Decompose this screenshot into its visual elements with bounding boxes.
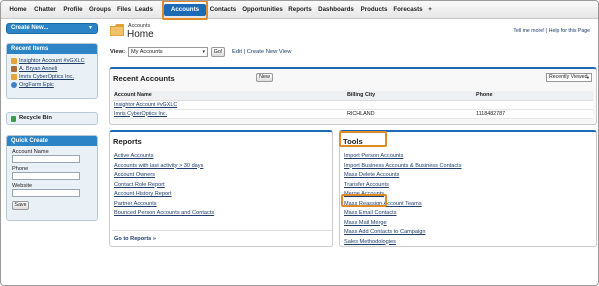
view-select[interactable]: My Accounts ▾: [128, 47, 208, 57]
create-new-label: Create New...: [11, 25, 49, 31]
tab-chatter[interactable]: Chatter: [32, 4, 58, 16]
phone: [475, 100, 593, 110]
chevron-down-icon: ▾: [202, 49, 205, 55]
recycle-bin-label: Recycle Bin: [19, 115, 52, 121]
account-link[interactable]: Insightor Account #vGXLC: [114, 102, 177, 108]
billing-city: [346, 100, 475, 110]
recent-items-panel: Recent Items Insightor Account #vGXLC A.…: [6, 43, 98, 99]
report-link[interactable]: Active Accounts: [114, 152, 214, 162]
tab-profile[interactable]: Profile: [61, 4, 85, 16]
save-button[interactable]: Save: [12, 201, 29, 210]
tools-title-highlight: [339, 131, 387, 147]
report-link[interactable]: Contact Role Report: [114, 181, 214, 191]
reports-panel: Reports Active Accounts Accounts with la…: [109, 130, 333, 247]
top-nav: Home Chatter Profile Groups Files Leads …: [1, 1, 598, 20]
table-row: Insightor Account #vGXLC: [113, 100, 593, 110]
tab-reports[interactable]: Reports: [287, 4, 313, 16]
go-button[interactable]: Go!: [211, 47, 225, 57]
recent-item[interactable]: A. Bryan Anneli: [7, 65, 97, 73]
phone: 1118482787: [475, 109, 593, 119]
column-header: Billing City: [346, 91, 475, 101]
tab-home[interactable]: Home: [7, 4, 29, 16]
divider: [112, 230, 332, 231]
user-icon: [11, 81, 17, 88]
tool-link[interactable]: Mass Email Contacts: [344, 209, 462, 219]
view-select-value: My Accounts: [131, 49, 163, 55]
tab-products[interactable]: Products: [359, 4, 389, 16]
tab-opportunities[interactable]: Opportunities: [241, 4, 284, 16]
app-frame: Home Chatter Profile Groups Files Leads …: [0, 0, 599, 286]
accounts-tab-highlight: [162, 1, 208, 20]
recent-accounts-title: Recent Accounts: [113, 74, 175, 83]
account-icon: [11, 73, 17, 80]
tab-leads[interactable]: Leads: [135, 4, 159, 16]
sort-select-value: Recently Viewed: [549, 74, 588, 80]
sort-select[interactable]: Recently Viewed ▾: [546, 73, 592, 82]
tool-link[interactable]: Mass Delete Accounts: [344, 171, 462, 181]
reports-title: Reports: [113, 137, 142, 146]
tool-link[interactable]: Transfer Accounts: [344, 181, 462, 191]
report-link[interactable]: Partner Accounts: [114, 200, 214, 210]
recent-accounts-table: Account Name Billing City Phone Insighto…: [113, 91, 593, 119]
tab-contacts[interactable]: Contacts: [208, 4, 238, 16]
chevron-down-icon: ▼: [88, 25, 93, 31]
tool-link[interactable]: Mass Add Contacts to Campaign: [344, 228, 462, 238]
tab-groups[interactable]: Groups: [88, 4, 112, 16]
recent-item[interactable]: Imris CyberOptics Inc.: [7, 73, 97, 81]
column-header: Phone: [475, 91, 593, 101]
tab-dashboards[interactable]: Dashboards: [316, 4, 356, 16]
tab-forecasts[interactable]: Forecasts: [392, 4, 424, 16]
tab-files[interactable]: Files: [115, 4, 133, 16]
new-account-button[interactable]: New: [256, 73, 273, 82]
recent-item[interactable]: Insightor Account #vGXLC: [7, 57, 97, 65]
folder-icon: [110, 24, 124, 36]
report-link[interactable]: Bounced Person Accounts and Contacts: [114, 209, 214, 219]
quick-create-panel: Quick Create Account Name Phone Website …: [6, 135, 98, 221]
report-link[interactable]: Accounts with last activity > 30 days: [114, 162, 214, 172]
table-header-row: Account Name Billing City Phone: [113, 91, 593, 101]
column-header: Account Name: [113, 91, 346, 101]
recycle-bin-icon: [11, 116, 16, 122]
tool-link[interactable]: Import Business Accounts & Business Cont…: [344, 162, 462, 172]
recent-accounts-panel: Recent Accounts New Recently Viewed ▾ Ac…: [109, 67, 597, 125]
tab-add[interactable]: +: [426, 4, 434, 16]
recent-item[interactable]: OrgFarm Epic: [7, 81, 97, 89]
view-links[interactable]: Edit | Create New View: [232, 49, 291, 55]
tool-link[interactable]: Sales Methodologies: [344, 238, 462, 248]
recent-items-title: Recent Items: [7, 44, 97, 54]
phone-field[interactable]: [12, 172, 80, 180]
billing-city: RICHLAND: [346, 109, 475, 119]
chevron-down-icon: ▾: [586, 75, 589, 80]
tool-link[interactable]: Import Person Accounts: [344, 152, 462, 162]
go-to-reports-link[interactable]: Go to Reports »: [114, 236, 156, 242]
reports-list: Active Accounts Accounts with last activ…: [114, 152, 214, 219]
create-new-button[interactable]: Create New... ▼: [6, 23, 98, 34]
contact-icon: [11, 65, 17, 72]
recent-item-link[interactable]: Insightor Account #vGXLC: [19, 58, 85, 64]
recent-item-link[interactable]: OrgFarm Epic: [19, 82, 54, 88]
account-name-field[interactable]: [12, 155, 80, 163]
recycle-bin[interactable]: Recycle Bin: [6, 112, 98, 125]
recent-item-link[interactable]: A. Bryan Anneli: [19, 66, 57, 72]
help-links[interactable]: Tell me more! | Help for this Page: [513, 28, 590, 34]
tool-link[interactable]: Mass Mail Merge: [344, 219, 462, 229]
quick-create-title: Quick Create: [7, 136, 97, 146]
recent-item-link[interactable]: Imris CyberOptics Inc.: [19, 74, 74, 80]
account-icon: [11, 57, 17, 64]
view-label: View:: [110, 49, 126, 55]
page-title: Home: [127, 29, 154, 40]
report-link[interactable]: Account Owners: [114, 171, 214, 181]
merge-accounts-highlight: [341, 194, 387, 207]
table-row: Imris CyberOptics Inc. RICHLAND 11184827…: [113, 109, 593, 119]
report-link[interactable]: Account History Report: [114, 190, 214, 200]
account-link[interactable]: Imris CyberOptics Inc.: [114, 111, 167, 117]
tools-panel: Tools Import Person Accounts Import Busi…: [339, 130, 597, 247]
website-field[interactable]: [12, 189, 80, 197]
